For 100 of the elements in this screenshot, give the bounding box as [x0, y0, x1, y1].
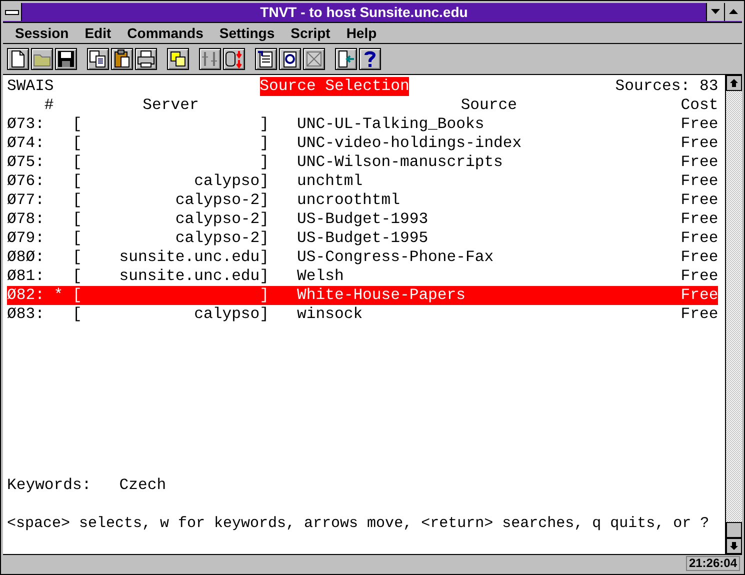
row-number: Ø77:: [7, 191, 46, 210]
system-menu-button[interactable]: [3, 3, 22, 21]
toolbar-button[interactable]: [55, 48, 77, 70]
clock-time: 21:26:04: [686, 556, 740, 571]
cylinder-arrows-icon: [224, 49, 244, 69]
cost-cell: Free: [680, 305, 718, 324]
toolbar-button[interactable]: [255, 48, 277, 70]
menu-item[interactable]: Edit: [76, 23, 120, 43]
windows-icon: [168, 49, 188, 69]
source-count: Sources: 83: [615, 77, 718, 96]
server-cell: [ ]: [72, 286, 269, 305]
toolbar-button[interactable]: [359, 48, 381, 70]
table-row[interactable]: Ø74: [ ] UNC-video-holdings-index Free: [7, 134, 718, 153]
source-cell: UNC-Wilson-manuscripts: [297, 153, 503, 171]
copy-icon: [88, 49, 108, 69]
help-line: <space> selects, w for keywords, arrows move, <return> searches, q quits, or ?: [7, 515, 710, 532]
table-row[interactable]: Ø73: [ ] UNC-UL-Talking_Books Free: [7, 115, 718, 134]
source-cell: US-Congress-Phone-Fax: [297, 248, 494, 266]
cost-cell: Free: [680, 115, 718, 134]
row-number: Ø75:: [7, 153, 46, 172]
column-header: Server: [142, 96, 199, 114]
keywords-value: Czech: [119, 476, 166, 495]
source-cell: White-House-Papers: [297, 286, 466, 304]
menu-item[interactable]: Script: [282, 23, 338, 43]
menu-item[interactable]: Help: [338, 23, 385, 43]
table-row[interactable]: Ø77: [ calypso-2] uncroothtml Free: [7, 191, 718, 210]
server-cell: [ ]: [72, 134, 269, 153]
down-triangle-icon: [711, 9, 720, 15]
table-row[interactable]: Ø76: [ calypso] unchtml Free: [7, 172, 718, 191]
source-cell: US-Budget-1995: [297, 229, 428, 247]
server-cell: [ calypso]: [72, 305, 269, 324]
server-cell: [ calypso-2]: [72, 210, 269, 229]
column-header: Source: [460, 96, 517, 114]
cost-cell: Free: [680, 286, 718, 305]
row-number: Ø83:: [7, 305, 46, 324]
source-cell: UNC-UL-Talking_Books: [297, 115, 484, 133]
server-cell: [ calypso-2]: [72, 229, 269, 248]
maximize-button[interactable]: [724, 3, 742, 21]
toolbar-button[interactable]: [223, 48, 245, 70]
server-cell: [ ]: [72, 153, 269, 172]
toolbar-button[interactable]: [167, 48, 189, 70]
toolbar-button[interactable]: [111, 48, 133, 70]
table-row[interactable]: Ø81: [ sunsite.unc.edu] Welsh Free: [7, 267, 718, 286]
row-number: Ø82:: [7, 286, 46, 305]
scroll-up-button[interactable]: [726, 75, 742, 91]
table-row[interactable]: Ø8Ø: [ sunsite.unc.edu] US-Congress-Phone-Fax Free: [7, 248, 718, 267]
down-arrow-icon: [730, 542, 738, 550]
table-row[interactable]: Ø83: [ calypso] winsock Free: [7, 305, 718, 324]
screen-title: Source Selection: [260, 77, 410, 96]
column-header: #: [43, 96, 54, 115]
selection-marker: *: [54, 286, 64, 304]
row-number: Ø74:: [7, 134, 46, 153]
table-row[interactable]: Ø79: [ calypso-2] US-Budget-1995 Free: [7, 229, 718, 248]
row-number: Ø79:: [7, 229, 46, 248]
toolbar-button[interactable]: [335, 48, 357, 70]
clipboard-icon: [112, 49, 132, 69]
scroll-down-button[interactable]: [726, 538, 742, 554]
row-number: Ø78:: [7, 210, 46, 229]
app-name: SWAIS: [7, 77, 54, 96]
keywords-label: Keywords:: [7, 476, 92, 495]
cost-cell: Free: [680, 248, 718, 267]
source-cell: uncroothtml: [297, 191, 400, 209]
cost-cell: Free: [680, 134, 718, 153]
columns-icon: [200, 49, 220, 69]
source-cell: unchtml: [297, 172, 363, 190]
cost-cell: Free: [680, 210, 718, 229]
server-cell: [ sunsite.unc.edu]: [72, 248, 269, 267]
window-title: TNVT - to host Sunsite.unc.edu: [259, 3, 469, 22]
source-cell: US-Budget-1993: [297, 210, 428, 228]
column-header: Cost: [680, 96, 718, 115]
row-number: Ø8Ø:: [7, 248, 46, 267]
row-number: Ø73:: [7, 115, 46, 134]
row-number: Ø76:: [7, 172, 46, 191]
crossed-page-icon: [304, 49, 324, 69]
table-row[interactable]: Ø78: [ calypso-2] US-Budget-1993 Free: [7, 210, 718, 229]
menu-item[interactable]: Commands: [119, 23, 212, 43]
up-arrow-icon: [730, 79, 738, 87]
cost-cell: Free: [680, 229, 718, 248]
toolbar-button[interactable]: [135, 48, 157, 70]
server-cell: [ calypso-2]: [72, 191, 269, 210]
selected-row[interactable]: Ø82: * [ ] White-House-Papers Free: [7, 286, 718, 305]
cost-cell: Free: [680, 267, 718, 286]
source-cell: Welsh: [297, 267, 344, 285]
row-number: Ø81:: [7, 267, 46, 286]
menu-item[interactable]: Settings: [211, 23, 283, 43]
server-cell: [ calypso]: [72, 172, 269, 191]
toolbar-button[interactable]: [7, 48, 29, 70]
scrollbar-thumb[interactable]: [726, 522, 742, 538]
menu-item[interactable]: Session: [7, 23, 77, 43]
toolbar-button[interactable]: [279, 48, 301, 70]
cost-cell: Free: [680, 172, 718, 191]
server-cell: [ sunsite.unc.edu]: [72, 267, 269, 286]
source-cell: UNC-video-holdings-index: [297, 134, 522, 152]
table-row[interactable]: Ø75: [ ] UNC-Wilson-manuscripts Free: [7, 153, 718, 172]
minimize-button[interactable]: [706, 3, 724, 21]
up-triangle-icon: [729, 9, 738, 15]
toolbar-button[interactable]: [87, 48, 109, 70]
cost-cell: Free: [680, 153, 718, 172]
cost-cell: Free: [680, 191, 718, 210]
source-cell: winsock: [297, 305, 363, 323]
